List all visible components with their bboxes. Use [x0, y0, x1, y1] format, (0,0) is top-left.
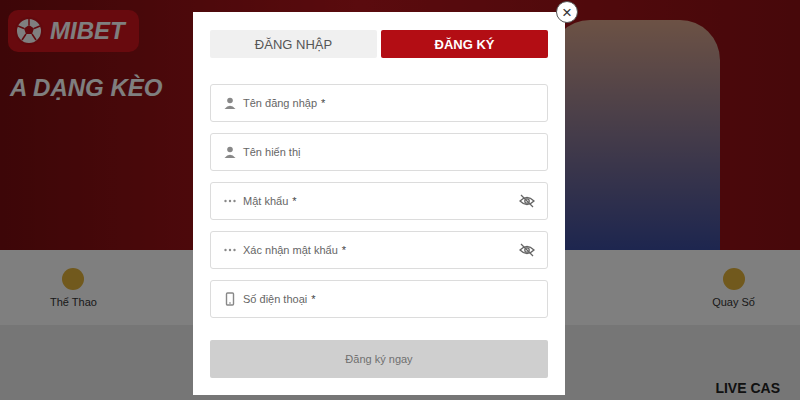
register-button[interactable]: Đăng ký ngay — [210, 340, 548, 378]
password-dots-icon — [223, 194, 237, 208]
tab[interactable]: ĐĂNG NHẬP — [210, 30, 377, 58]
tab[interactable]: ĐĂNG KÝ — [381, 30, 548, 58]
text-field[interactable]: Số điện thoại* — [210, 280, 548, 318]
close-button[interactable]: × — [556, 1, 578, 23]
phone-icon — [223, 292, 237, 306]
user-icon — [223, 96, 237, 110]
page: MIBETA DẠNG KÈOThể ThaoQuay SốLIVE CASĐĂ… — [0, 0, 800, 400]
eye-slash-icon[interactable] — [519, 194, 535, 208]
text-field[interactable]: Mật khẩu* — [210, 182, 548, 220]
password-dots-icon — [223, 243, 237, 257]
eye-slash-icon[interactable] — [519, 243, 535, 257]
register-modal: ĐĂNG NHẬPĐĂNG KÝ Tên đăng nhập* Tên hiển t… — [193, 12, 565, 395]
user-icon — [223, 145, 237, 159]
tabs: ĐĂNG NHẬPĐĂNG KÝ — [210, 30, 548, 58]
text-field[interactable]: Xác nhận mật khẩu* — [210, 231, 548, 269]
text-field[interactable]: Tên hiển thị — [210, 133, 548, 171]
text-field[interactable]: Tên đăng nhập* — [210, 84, 548, 122]
overlay: ĐĂNG NHẬPĐĂNG KÝ Tên đăng nhập* Tên hiển t… — [0, 0, 800, 400]
